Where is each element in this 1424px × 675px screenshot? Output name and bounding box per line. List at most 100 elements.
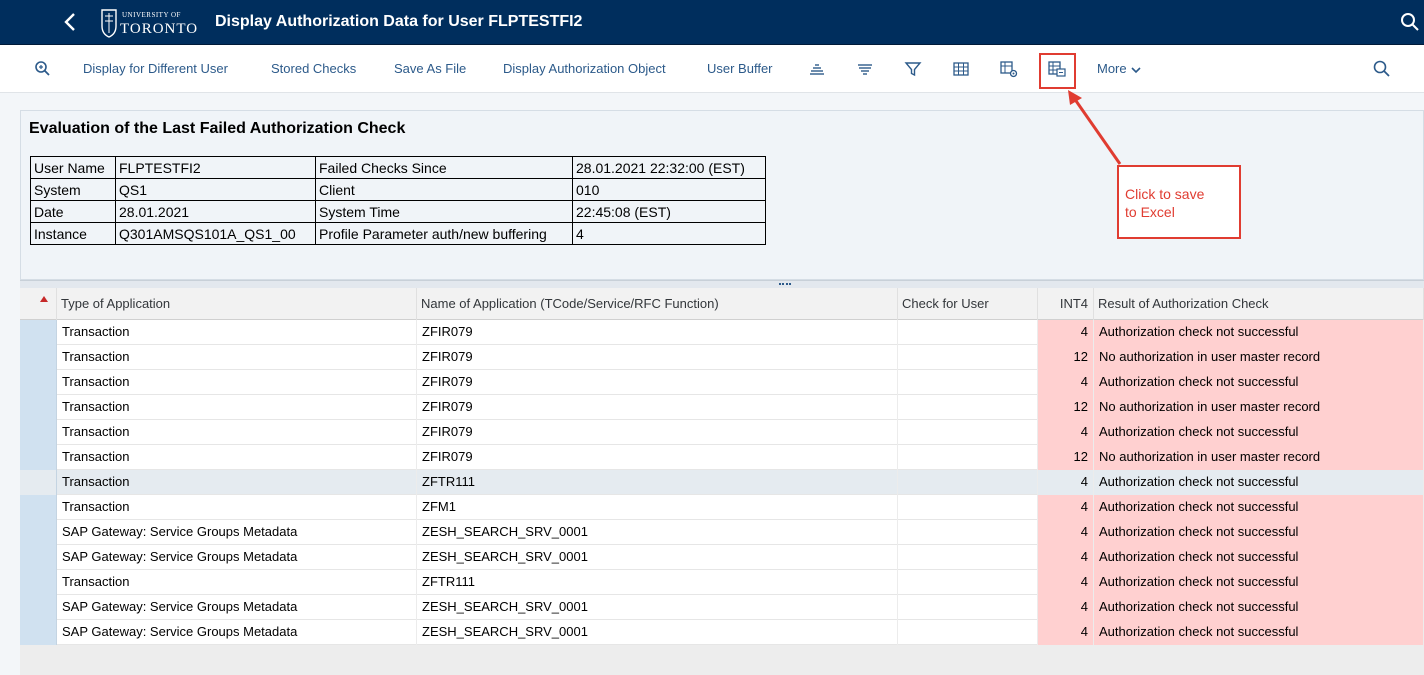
cell-result: No authorization in user master record [1094, 445, 1424, 470]
user-buffer-button[interactable]: User Buffer [707, 61, 773, 76]
cell-int4: 4 [1038, 595, 1094, 620]
table-row[interactable]: Transaction ZFIR079 12 No authorization in … [20, 445, 1424, 470]
cell-check-for-user [898, 445, 1038, 470]
select-all-header[interactable] [20, 288, 57, 320]
cell-check-for-user [898, 495, 1038, 520]
row-selector[interactable] [20, 520, 57, 545]
evaluation-info-table: User Name FLPTESTFI2 Failed Checks Since… [30, 156, 766, 245]
row-selector[interactable] [20, 545, 57, 570]
table-row[interactable]: Transaction ZFIR079 4 Authorization check n… [20, 320, 1424, 345]
more-label: More [1097, 61, 1127, 76]
cell-type: SAP Gateway: Service Groups Metadata [57, 620, 417, 645]
row-selector[interactable] [20, 495, 57, 520]
zoom-icon[interactable] [33, 59, 53, 79]
column-header-name[interactable]: Name of Application (TCode/Service/RFC F… [417, 288, 898, 320]
row-selector[interactable] [20, 345, 57, 370]
cell-int4: 4 [1038, 495, 1094, 520]
cell-type: Transaction [57, 495, 417, 520]
table-row[interactable]: SAP Gateway: Service Groups Metadata ZESH… [20, 520, 1424, 545]
grid-header: Type of Application Name of Application … [20, 288, 1424, 320]
table-row[interactable]: SAP Gateway: Service Groups Metadata ZESH… [20, 620, 1424, 645]
table-row[interactable]: Transaction ZFTR111 4 Authorization check n… [20, 470, 1424, 495]
row-selector[interactable] [20, 570, 57, 595]
column-header-type[interactable]: Type of Application [57, 288, 417, 320]
table-row[interactable]: Transaction ZFM1 4 Authorization check not … [20, 495, 1424, 520]
table-row[interactable]: SAP Gateway: Service Groups Metadata ZESH… [20, 545, 1424, 570]
row-selector[interactable] [20, 370, 57, 395]
cell-type: SAP Gateway: Service Groups Metadata [57, 595, 417, 620]
cell-int4: 12 [1038, 395, 1094, 420]
cell-int4: 4 [1038, 370, 1094, 395]
table-row[interactable]: Transaction ZFIR079 12 No authorization in … [20, 345, 1424, 370]
grid-icon[interactable] [951, 59, 971, 79]
cell-result: Authorization check not successful [1094, 545, 1424, 570]
cell-type: Transaction [57, 570, 417, 595]
cell-check-for-user [898, 370, 1038, 395]
filter-icon[interactable] [903, 59, 923, 79]
row-selector[interactable] [20, 395, 57, 420]
cell-int4: 12 [1038, 345, 1094, 370]
cell-int4: 4 [1038, 320, 1094, 345]
university-logo: UNIVERSITY OF TORONTO [100, 6, 200, 40]
cell-name: ZFTR111 [417, 470, 898, 495]
panel-splitter[interactable] [20, 280, 1424, 288]
toolbar-search-icon[interactable] [1372, 59, 1392, 79]
cell-check-for-user [898, 520, 1038, 545]
back-icon[interactable] [60, 10, 80, 34]
sort-ascending-icon[interactable] [807, 59, 827, 79]
cell-name: ZESH_SEARCH_SRV_0001 [417, 595, 898, 620]
display-for-different-user-button[interactable]: Display for Different User [83, 61, 228, 76]
cell-result: Authorization check not successful [1094, 420, 1424, 445]
table-row[interactable]: Transaction ZFIR079 12 No authorization in … [20, 395, 1424, 420]
column-header-result[interactable]: Result of Authorization Check [1094, 288, 1424, 320]
table-row[interactable]: Transaction ZFIR079 4 Authorization check n… [20, 370, 1424, 395]
table-row[interactable]: Transaction ZFTR111 4 Authorization check n… [20, 570, 1424, 595]
row-selector[interactable] [20, 595, 57, 620]
cell-result: Authorization check not successful [1094, 570, 1424, 595]
row-selector[interactable] [20, 620, 57, 645]
cell-type: SAP Gateway: Service Groups Metadata [57, 545, 417, 570]
info-label: Failed Checks Since [315, 156, 573, 179]
row-selector[interactable] [20, 320, 57, 345]
splitter-grip-icon[interactable] [779, 283, 791, 286]
row-selector[interactable] [20, 445, 57, 470]
row-selector[interactable] [20, 420, 57, 445]
stored-checks-button[interactable]: Stored Checks [271, 61, 356, 76]
info-row: Date 28.01.2021 System Time 22:45:08 (ES… [30, 200, 766, 223]
cell-check-for-user [898, 545, 1038, 570]
display-authorization-object-button[interactable]: Display Authorization Object [503, 61, 666, 76]
cell-type: Transaction [57, 395, 417, 420]
cell-int4: 12 [1038, 445, 1094, 470]
row-selector[interactable] [20, 470, 57, 495]
cell-int4: 4 [1038, 520, 1094, 545]
cell-result: No authorization in user master record [1094, 345, 1424, 370]
cell-check-for-user [898, 570, 1038, 595]
info-label: Client [315, 178, 573, 201]
cell-name: ZFIR079 [417, 395, 898, 420]
info-row: System QS1 Client 010 [30, 178, 766, 201]
panel-title: Evaluation of the Last Failed Authorizat… [29, 120, 406, 137]
column-header-check[interactable]: Check for User [898, 288, 1038, 320]
search-icon[interactable] [1400, 12, 1420, 32]
cell-check-for-user [898, 345, 1038, 370]
column-header-int4[interactable]: INT4 [1038, 288, 1094, 320]
cell-type: SAP Gateway: Service Groups Metadata [57, 520, 417, 545]
table-row[interactable]: SAP Gateway: Service Groups Metadata ZESH… [20, 595, 1424, 620]
cell-int4: 4 [1038, 470, 1094, 495]
cell-check-for-user [898, 470, 1038, 495]
sort-descending-icon[interactable] [855, 59, 875, 79]
grid-settings-icon[interactable] [999, 59, 1019, 79]
info-row: Instance Q301AMSQS101A_QS1_00 Profile Pa… [30, 222, 766, 245]
cell-result: No authorization in user master record [1094, 395, 1424, 420]
cell-check-for-user [898, 595, 1038, 620]
university-small-text: UNIVERSITY OF [122, 11, 181, 19]
table-row[interactable]: Transaction ZFIR079 4 Authorization check n… [20, 420, 1424, 445]
cell-result: Authorization check not successful [1094, 520, 1424, 545]
save-as-file-button[interactable]: Save As File [394, 61, 466, 76]
info-label: Profile Parameter auth/new buffering [315, 222, 573, 245]
cell-type: Transaction [57, 345, 417, 370]
annotation-text: Click to save to Excel [1125, 185, 1204, 221]
cell-check-for-user [898, 420, 1038, 445]
more-menu-button[interactable]: More [1097, 61, 1142, 76]
cell-name: ZFTR111 [417, 570, 898, 595]
